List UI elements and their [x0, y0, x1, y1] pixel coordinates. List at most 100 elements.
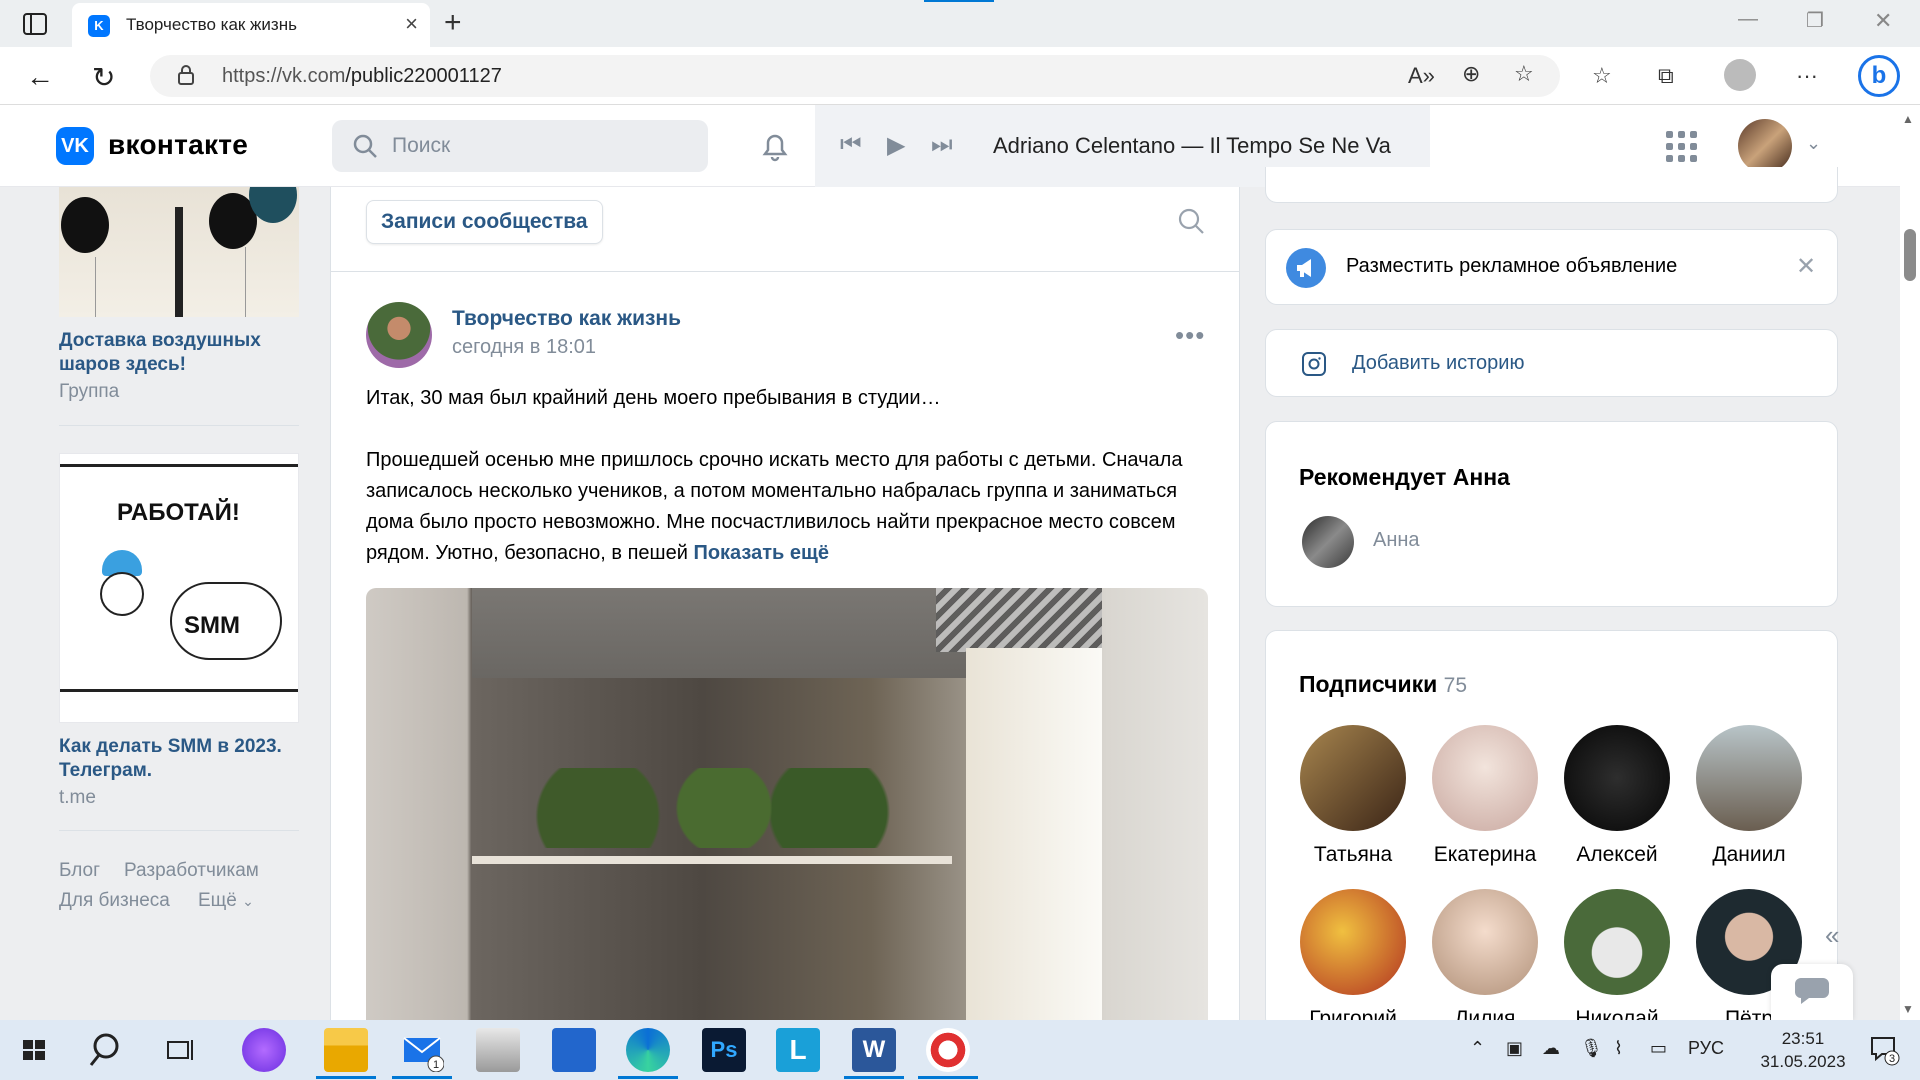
community-posts-filter[interactable]: Записи сообщества [366, 200, 603, 244]
subscriber-avatar[interactable] [1564, 725, 1670, 831]
post-photo[interactable] [366, 588, 1208, 1020]
ad-prompt-card[interactable]: Разместить рекламное объявление ✕ [1265, 229, 1838, 305]
vk-logo-icon[interactable]: VK [56, 127, 94, 165]
show-more-link[interactable]: Показать ещё [693, 542, 829, 564]
scroll-down-icon[interactable]: ▼ [1902, 1002, 1914, 1016]
post-date[interactable]: сегодня в 18:01 [452, 336, 596, 359]
refresh-icon[interactable]: ↻ [92, 61, 115, 94]
subscribers-title-text: Подписчики [1299, 671, 1438, 697]
scanner-app-icon[interactable] [476, 1028, 520, 1072]
subscriber-name[interactable]: Татьяна [1283, 843, 1423, 867]
microphone-icon[interactable]: 🎙 [1580, 1038, 1603, 1059]
subscriber-name[interactable]: Даниил [1679, 843, 1819, 867]
lingvo-app-icon[interactable]: L [776, 1028, 820, 1072]
task-view-icon[interactable] [158, 1028, 202, 1072]
notification-center-icon[interactable]: 3 [1868, 1034, 1900, 1071]
clock-date: 31.05.2023 [1760, 1052, 1846, 1071]
play-icon[interactable]: ▶ [887, 131, 905, 160]
system-clock[interactable]: 23:51 31.05.2023 [1748, 1027, 1858, 1073]
subscriber-avatar[interactable] [1564, 889, 1670, 995]
read-aloud-icon[interactable]: A» [1408, 63, 1435, 89]
minimize-icon[interactable]: — [1738, 8, 1758, 31]
ad-divider [59, 425, 299, 426]
subscriber-name[interactable]: Алексей [1547, 843, 1687, 867]
subscriber-avatar[interactable] [1432, 889, 1538, 995]
bing-icon[interactable]: b [1858, 55, 1900, 97]
apps-grid-icon[interactable] [1666, 131, 1698, 163]
tray-overflow-icon[interactable]: ⌃ [1470, 1038, 1485, 1059]
collapse-sidebar-icon[interactable]: « [1825, 920, 1839, 951]
file-explorer-icon[interactable] [324, 1028, 368, 1072]
recommender-avatar[interactable] [1302, 516, 1354, 568]
browser-profile-icon[interactable] [1724, 59, 1756, 91]
footer-link-developers[interactable]: Разработчикам [124, 860, 259, 882]
recommender-name[interactable]: Анна [1373, 529, 1420, 552]
url-text: https://vk.com/public220001127 [222, 65, 502, 88]
ad-image-smm[interactable]: РАБОТАЙ! SMM [59, 453, 299, 723]
browser-tab-bar: K Творчество как жизнь × + — ❐ ✕ [0, 0, 1920, 47]
tab-actions-icon[interactable] [22, 12, 48, 36]
battery-icon[interactable]: ▭ [1650, 1038, 1667, 1059]
notifications-bell-icon[interactable] [758, 129, 792, 163]
mail-icon[interactable]: 1 [400, 1028, 445, 1073]
add-story-text: Добавить историю [1352, 352, 1525, 374]
subscriber-name[interactable]: Екатерина [1415, 843, 1555, 867]
chevron-down-icon[interactable]: ⌄ [1806, 133, 1821, 154]
microsoft-store-icon[interactable] [552, 1028, 596, 1072]
edge-browser-icon[interactable] [626, 1028, 670, 1072]
close-window-icon[interactable]: ✕ [1874, 8, 1892, 34]
subscriber-avatar[interactable] [1300, 725, 1406, 831]
ad-title[interactable]: Как делать SMM в 2023. Телеграм. [59, 735, 309, 783]
megaphone-icon [1286, 248, 1326, 288]
vk-brand[interactable]: вконтакте [108, 129, 248, 161]
post-more-icon[interactable]: ••• [1175, 320, 1205, 351]
url-field[interactable]: https://vk.com/public220001127 A» ⊕ ☆ [150, 55, 1560, 97]
next-track-icon[interactable]: ⏭ [931, 131, 953, 159]
scroll-up-icon[interactable]: ▲ [1902, 112, 1914, 126]
windows-start-icon[interactable] [14, 1030, 54, 1070]
collections-icon[interactable]: ⧉ [1658, 63, 1674, 89]
paint-app-icon[interactable] [926, 1028, 970, 1072]
footer-link-business[interactable]: Для бизнеса [59, 890, 170, 912]
back-icon[interactable]: ← [26, 61, 54, 93]
subscriber-avatar[interactable] [1696, 725, 1802, 831]
word-icon[interactable]: W [852, 1028, 896, 1072]
meet-now-icon[interactable]: ▣ [1506, 1038, 1523, 1059]
prev-track-icon[interactable]: ⏮ [840, 131, 862, 159]
search-input[interactable]: Поиск [332, 120, 708, 172]
restore-icon[interactable]: ❐ [1806, 8, 1824, 33]
zoom-icon[interactable]: ⊕ [1462, 61, 1480, 87]
post-author[interactable]: Творчество как жизнь [452, 307, 681, 331]
browser-tab-active[interactable]: K Творчество как жизнь × [72, 3, 430, 47]
scrollbar-thumb[interactable] [1904, 229, 1916, 281]
ad-image-balloons[interactable] [59, 187, 299, 317]
more-icon[interactable]: ··· [1796, 63, 1818, 89]
close-icon[interactable]: ✕ [1796, 252, 1816, 281]
now-playing-track[interactable]: Adriano Celentano — Il Tempo Se Ne Va [993, 133, 1391, 159]
onedrive-icon[interactable]: ☁ [1542, 1038, 1560, 1059]
add-story-card[interactable]: Добавить историю [1265, 329, 1838, 397]
language-indicator[interactable]: РУС [1688, 1038, 1724, 1059]
close-tab-icon[interactable]: × [405, 11, 418, 37]
vk-favicon-icon: K [88, 15, 110, 37]
footer-link-more[interactable]: Ещё ⌄ [198, 890, 254, 912]
tab-accent-line [924, 0, 994, 2]
alice-assistant-icon[interactable] [242, 1028, 286, 1072]
search-placeholder: Поиск [392, 134, 451, 157]
user-avatar[interactable] [1738, 119, 1792, 173]
favorites-icon[interactable]: ☆ [1592, 63, 1612, 89]
new-tab-icon[interactable]: + [444, 6, 462, 40]
add-favorite-icon[interactable]: ☆ [1514, 61, 1534, 87]
wifi-icon[interactable]: ⌇ [1614, 1038, 1623, 1059]
subscriber-avatar[interactable] [1300, 889, 1406, 995]
subscriber-avatar[interactable] [1432, 725, 1538, 831]
photoshop-icon[interactable]: Ps [702, 1028, 746, 1072]
ad-title[interactable]: Доставка воздушных шаров здесь! [59, 329, 299, 377]
chat-button[interactable] [1771, 964, 1853, 1020]
subscribers-title[interactable]: Подписчики 75 [1299, 671, 1467, 698]
footer-link-blog[interactable]: Блог [59, 860, 100, 882]
wall-search-icon[interactable] [1177, 207, 1205, 235]
search-icon[interactable] [86, 1028, 130, 1072]
active-indicator [392, 1076, 452, 1079]
post-author-avatar[interactable] [366, 302, 432, 368]
